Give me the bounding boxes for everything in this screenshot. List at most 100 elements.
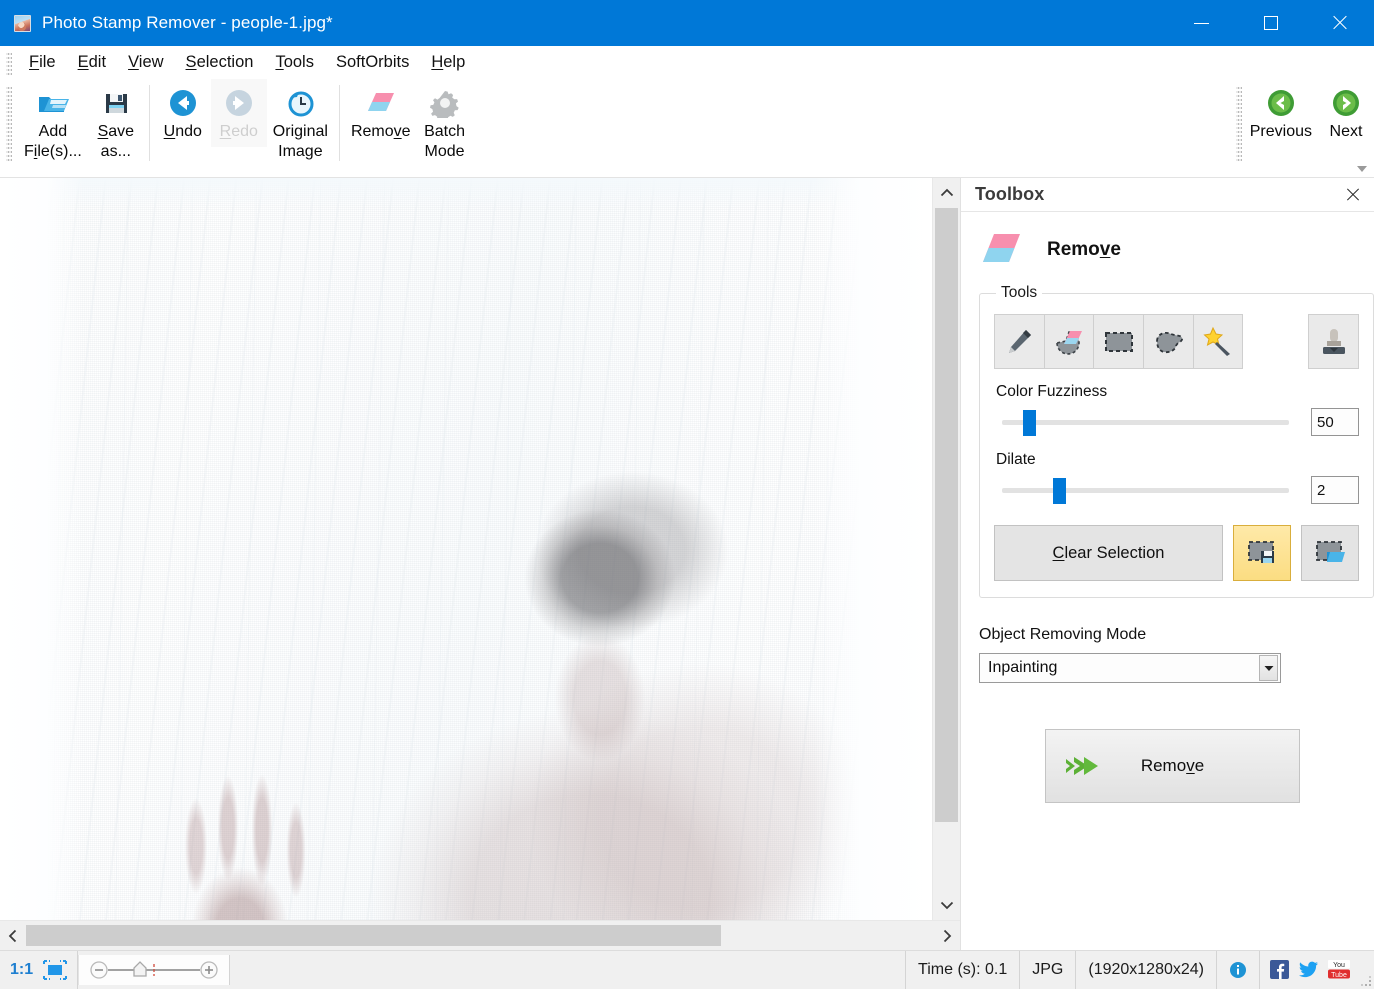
menu-item-softorbits[interactable]: SoftOrbits	[325, 50, 420, 75]
window-controls	[1167, 0, 1374, 46]
redo-label: Redo	[219, 123, 258, 140]
toolbox-mode-title: Remove	[1047, 239, 1121, 260]
save-selection-icon	[1248, 541, 1274, 563]
vertical-scroll-track[interactable]	[933, 208, 960, 890]
floppy-disk-icon	[101, 86, 131, 120]
rectangle-select-button[interactable]	[1093, 314, 1145, 369]
load-selection-button[interactable]	[1301, 525, 1359, 581]
eraser-icon	[364, 86, 398, 120]
scroll-right-button[interactable]	[934, 921, 960, 951]
color-fuzziness-track	[1002, 420, 1289, 425]
green-double-arrow-icon	[1062, 750, 1104, 782]
object-removing-mode-select[interactable]: Inpainting	[979, 653, 1281, 683]
image-dimensions-label: (1920x1280x24)	[1076, 951, 1217, 989]
eraser-tool-button[interactable]	[1043, 314, 1095, 369]
chevron-down-icon[interactable]	[1259, 655, 1278, 681]
application-window: Photo Stamp Remover - people-1.jpg* File…	[0, 0, 1374, 989]
add-files-button[interactable]: Add File(s)...	[18, 79, 88, 167]
marker-tool-button[interactable]	[994, 314, 1045, 369]
processing-time-label: Time (s): 0.1	[906, 951, 1021, 989]
object-removing-mode-label: Object Removing Mode	[979, 626, 1147, 643]
facebook-icon[interactable]	[1270, 960, 1290, 980]
image-canvas[interactable]	[0, 178, 932, 920]
dilate-thumb[interactable]	[1053, 478, 1067, 504]
object-removing-mode-section: Object Removing Mode Inpainting	[975, 626, 1374, 683]
save-as-button[interactable]: Save as...	[88, 79, 144, 167]
dilate-slider[interactable]	[994, 475, 1297, 505]
color-fuzziness-label: Color Fuzziness	[996, 383, 1108, 400]
menu-item-file[interactable]: File	[18, 50, 67, 75]
horizontal-scroll-thumb[interactable]	[26, 925, 721, 946]
tools-row	[994, 314, 1360, 369]
toolbar-grip[interactable]	[6, 85, 12, 161]
scroll-up-button[interactable]	[933, 178, 961, 208]
chevron-up-icon	[940, 188, 954, 197]
toolbox-panel: Toolbox Remove Tools Color Fuzziness 50 …	[960, 178, 1374, 950]
save-as-label: Save as...	[97, 123, 135, 160]
horizontal-scroll-track[interactable]	[26, 921, 934, 950]
vertical-scroll-thumb[interactable]	[935, 208, 958, 822]
eraser-stamp-icon	[1056, 330, 1082, 355]
minimize-button[interactable]	[1167, 0, 1236, 46]
toolbar-history-group: Undo Redo Original Image	[155, 79, 334, 171]
redo-button[interactable]: Redo	[210, 79, 267, 147]
resize-grip[interactable]	[1358, 951, 1374, 989]
original-image-button[interactable]: Original Image	[267, 79, 334, 167]
canvas-horizontal-scrollbar[interactable]	[0, 920, 960, 950]
overflow-chevron-icon	[1357, 166, 1367, 172]
menu-item-help[interactable]: Help	[420, 50, 476, 75]
next-label: Next	[1329, 123, 1363, 140]
undo-button[interactable]: Undo	[155, 79, 211, 147]
clone-stamp-tool-button[interactable]	[1308, 314, 1360, 369]
menu-item-selection[interactable]: Selection	[175, 50, 265, 75]
canvas-vertical-scrollbar[interactable]	[932, 178, 960, 920]
scroll-down-button[interactable]	[933, 890, 961, 920]
close-button[interactable]	[1305, 0, 1374, 46]
rectangle-selection-icon	[1104, 331, 1133, 352]
info-button[interactable]	[1217, 951, 1260, 989]
batch-mode-button[interactable]: Batch Mode	[417, 79, 473, 167]
clear-selection-button[interactable]: Clear Selection	[994, 525, 1223, 581]
nav-toolbar-overflow-button[interactable]	[1356, 161, 1368, 179]
twitter-icon[interactable]	[1298, 960, 1319, 980]
status-bar: 1:1 Time (s): 0.1 JPG (1920x1280x24) You…	[0, 950, 1374, 989]
toolbox-header: Toolbox	[961, 178, 1374, 212]
remove-toolbar-button[interactable]: Remove	[345, 79, 417, 147]
fit-to-screen-button[interactable]	[39, 951, 79, 989]
color-fuzziness-value[interactable]: 50	[1311, 408, 1359, 436]
previous-label: Previous	[1249, 123, 1312, 140]
dilate-value[interactable]: 2	[1311, 476, 1359, 504]
menu-item-view[interactable]: View	[117, 50, 174, 75]
minimize-icon	[1194, 22, 1209, 24]
color-fuzziness-slider[interactable]	[994, 407, 1297, 437]
free-select-button[interactable]	[1143, 314, 1194, 369]
zoom-ratio-label[interactable]: 1:1	[0, 951, 39, 989]
dilate-label: Dilate	[996, 451, 1036, 468]
menu-bar-grip[interactable]	[6, 50, 12, 75]
next-button[interactable]: Next	[1318, 79, 1374, 147]
toolbar-separator-2	[338, 85, 340, 161]
remove-action-button[interactable]: Remove	[1045, 729, 1300, 803]
toolbar-navigation-group: Previous Next	[1234, 79, 1374, 172]
menu-item-edit[interactable]: Edit	[67, 50, 117, 75]
photo-image[interactable]	[0, 178, 932, 920]
title-bar: Photo Stamp Remover - people-1.jpg*	[0, 0, 1374, 46]
toolbox-close-button[interactable]	[1342, 184, 1364, 206]
previous-button[interactable]: Previous	[1244, 79, 1318, 147]
menu-item-tools[interactable]: Tools	[264, 50, 325, 75]
close-icon	[1332, 15, 1348, 31]
clock-history-icon	[285, 86, 315, 120]
color-fuzziness-thumb[interactable]	[1022, 410, 1036, 436]
remove-toolbar-label: Remove	[350, 123, 411, 140]
nav-toolbar-grip[interactable]	[1235, 85, 1242, 161]
youtube-icon[interactable]: You Tube	[1328, 960, 1350, 980]
scroll-left-button[interactable]	[0, 921, 26, 951]
toolbar-action-group: Remove Batch Mode	[345, 79, 473, 171]
stamp-icon	[1322, 328, 1345, 354]
zoom-in-icon	[200, 961, 218, 979]
magic-wand-select-button[interactable]	[1192, 314, 1244, 369]
save-selection-button[interactable]	[1233, 525, 1291, 581]
zoom-slider[interactable]	[78, 955, 231, 985]
svg-text:You: You	[1333, 962, 1345, 969]
maximize-button[interactable]	[1236, 0, 1305, 46]
